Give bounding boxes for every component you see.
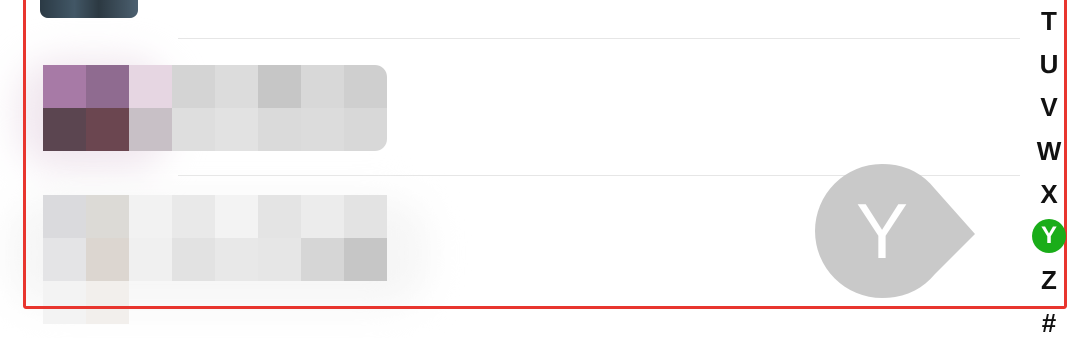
active-letter-badge: Y xyxy=(1032,219,1066,253)
index-letter-y-active[interactable]: Y xyxy=(1026,219,1072,253)
index-letter-x[interactable]: X xyxy=(1026,179,1072,209)
index-letter-w[interactable]: W xyxy=(1026,136,1072,166)
index-letter-t[interactable]: T xyxy=(1026,6,1072,36)
index-popup-letter: Y xyxy=(855,186,909,275)
index-letter-u[interactable]: U xyxy=(1026,49,1072,79)
index-popup-bubble: Y xyxy=(815,164,985,304)
index-letter-z[interactable]: Z xyxy=(1026,265,1072,295)
index-letter-v[interactable]: V xyxy=(1026,92,1072,122)
alphabet-index-bar[interactable]: T U V W X Y Z # xyxy=(1026,0,1072,338)
index-letter-hash[interactable]: # xyxy=(1026,308,1072,338)
